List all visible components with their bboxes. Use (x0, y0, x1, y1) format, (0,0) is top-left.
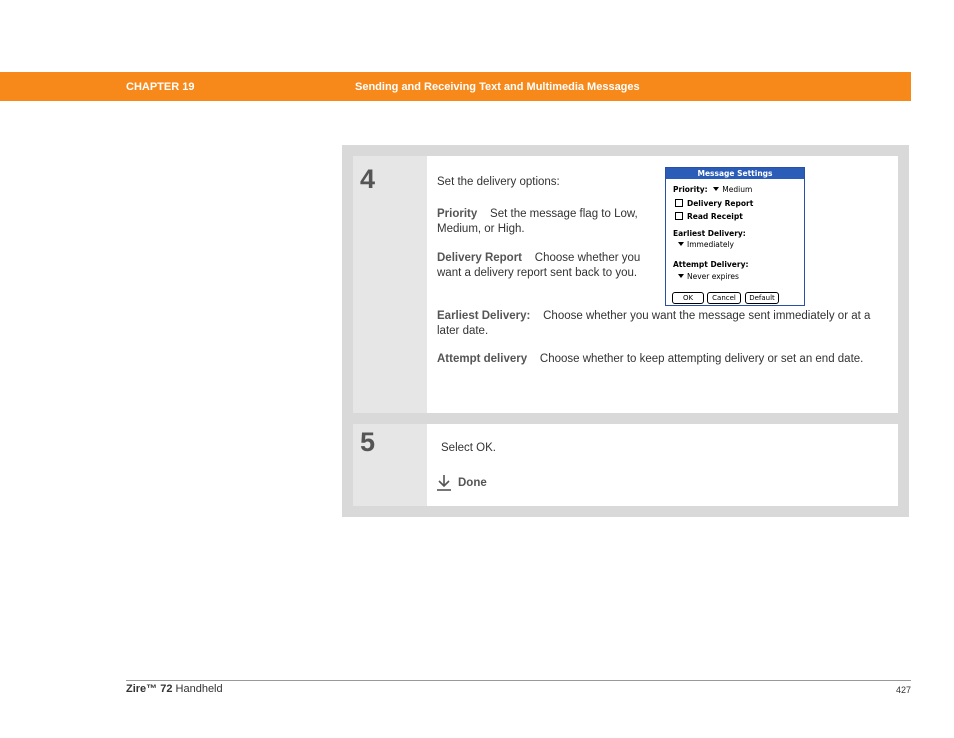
page-number: 427 (895, 685, 911, 695)
step-number: 4 (360, 164, 376, 194)
dialog-ok-button: OK (672, 292, 704, 304)
dropdown-arrow-icon (678, 274, 684, 278)
option-term: Attempt delivery (437, 353, 528, 365)
checkbox-icon (675, 199, 683, 207)
checkbox-label: Read Receipt (687, 212, 743, 221)
step-content (427, 424, 898, 506)
dropdown-value: Never expires (687, 272, 739, 281)
dropdown-arrow-icon (678, 242, 684, 246)
step-5: 5 (353, 424, 898, 506)
chapter-label: CHAPTER 19 (126, 81, 195, 93)
step-4-intro: Set the delivery options: (437, 176, 560, 188)
done-arrow-icon (437, 475, 451, 491)
dropdown-value: Immediately (687, 240, 734, 249)
option-earliest-delivery: Earliest Delivery: Choose whether you wa… (437, 309, 892, 338)
done-label: Done (458, 477, 487, 489)
step-content (427, 156, 898, 413)
option-delivery-report: Delivery Report Choose whether you want … (437, 251, 652, 280)
step-number: 5 (360, 427, 376, 457)
product-brand: Zire™ 72 (126, 683, 173, 695)
option-priority: Priority Set the message flag to Low, Me… (437, 207, 642, 236)
option-term: Delivery Report (437, 252, 523, 264)
option-term: Priority (437, 208, 478, 220)
dropdown-arrow-icon (713, 187, 720, 191)
read-receipt-checkbox: Read Receipt (675, 212, 743, 221)
dialog-title: Message Settings (666, 168, 804, 179)
step-5-intro: Select OK. (441, 442, 496, 454)
checkbox-icon (675, 212, 683, 220)
footer-rule (126, 680, 911, 681)
attempt-delivery-value: Never expires (678, 272, 739, 281)
footer-product: Zire™ 72 Handheld (126, 683, 223, 695)
option-term: Earliest Delivery: (437, 310, 531, 322)
step-number-column: 5 (353, 424, 427, 506)
attempt-delivery-label: Attempt Delivery: (673, 260, 749, 269)
earliest-delivery-value: Immediately (678, 240, 734, 249)
step-number-column: 4 (353, 156, 427, 413)
earliest-delivery-label: Earliest Delivery: (673, 229, 746, 238)
priority-value: Medium (722, 185, 753, 194)
dialog-cancel-button: Cancel (707, 292, 741, 304)
priority-label: Priority: (673, 185, 708, 194)
option-attempt-delivery: Attempt delivery Choose whether to keep … (437, 352, 887, 367)
option-desc: Choose whether to keep attempting delive… (539, 353, 864, 365)
message-settings-screenshot: Message Settings Priority: Medium Delive… (665, 167, 805, 306)
delivery-report-checkbox: Delivery Report (675, 199, 753, 208)
dialog-default-button: Default (745, 292, 779, 304)
chapter-title: Sending and Receiving Text and Multimedi… (355, 81, 640, 93)
step-4: 4 (353, 156, 898, 413)
checkbox-label: Delivery Report (687, 199, 754, 208)
priority-row: Priority: Medium (673, 185, 752, 194)
product-suffix: Handheld (172, 683, 223, 695)
